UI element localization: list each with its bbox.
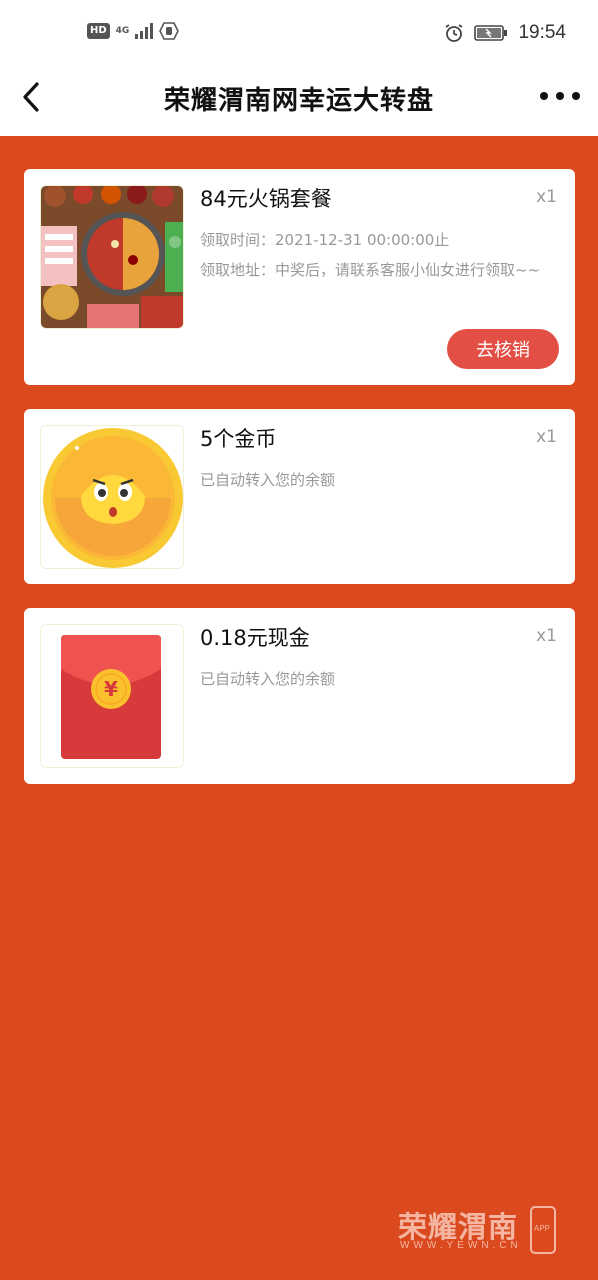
prize-card-hotpot: 84元火锅套餐 x1 领取时间：2021-12-31 00:00:00止 领取地… bbox=[24, 169, 575, 385]
prize-quantity: x1 bbox=[536, 187, 557, 207]
battery-icon bbox=[474, 25, 508, 41]
status-bar: HD 4G 19:54 bbox=[0, 0, 598, 66]
prize-note: 已自动转入您的余额 bbox=[200, 670, 336, 688]
red-envelope-image: ¥ bbox=[40, 624, 184, 768]
prize-name: 5个金币 bbox=[200, 427, 277, 451]
signal-icon bbox=[135, 23, 154, 39]
watermark-url: WWW.YEWN.CN bbox=[400, 1240, 522, 1251]
claim-place: 领取地址：中奖后，请联系客服小仙女进行领取~~ bbox=[200, 261, 541, 279]
prize-note: 已自动转入您的余额 bbox=[200, 471, 336, 489]
claim-time: 领取时间：2021-12-31 00:00:00止 bbox=[200, 231, 450, 249]
more-dots-icon bbox=[572, 92, 580, 100]
more-button[interactable] bbox=[540, 86, 580, 106]
svg-text:¥: ¥ bbox=[104, 677, 118, 701]
back-button[interactable] bbox=[16, 80, 46, 114]
page-title: 荣耀渭南网幸运大转盘 bbox=[163, 86, 434, 116]
more-dots-icon bbox=[556, 92, 564, 100]
clock: 19:54 bbox=[518, 22, 566, 43]
back-arrow-icon bbox=[23, 82, 39, 112]
prize-quantity: x1 bbox=[536, 626, 557, 646]
status-left: HD 4G bbox=[87, 22, 180, 40]
more-dots-icon bbox=[540, 92, 548, 100]
nav-bar: 荣耀渭南网幸运大转盘 bbox=[0, 66, 598, 136]
network-type: 4G bbox=[115, 25, 130, 36]
hd-badge: HD bbox=[87, 23, 110, 39]
prize-card-cash: ¥ 0.18元现金 x1 已自动转入您的余额 bbox=[24, 608, 575, 784]
prize-quantity: x1 bbox=[536, 427, 557, 447]
phone-icon: APP bbox=[530, 1206, 556, 1254]
hand-icon bbox=[159, 22, 180, 40]
watermark-app: APP bbox=[534, 1224, 551, 1233]
prize-card-gold-coin: 5个金币 x1 已自动转入您的余额 bbox=[24, 409, 575, 584]
verify-button[interactable]: 去核销 bbox=[447, 329, 559, 369]
brand-watermark: 荣耀渭南 WWW.YEWN.CN APP bbox=[398, 1204, 558, 1256]
prize-name: 84元火锅套餐 bbox=[200, 187, 332, 211]
hotpot-image bbox=[40, 185, 184, 329]
alarm-icon bbox=[445, 24, 463, 42]
gold-coin-image bbox=[40, 425, 184, 569]
status-right: 19:54 bbox=[444, 22, 566, 44]
prize-name: 0.18元现金 bbox=[200, 626, 310, 650]
